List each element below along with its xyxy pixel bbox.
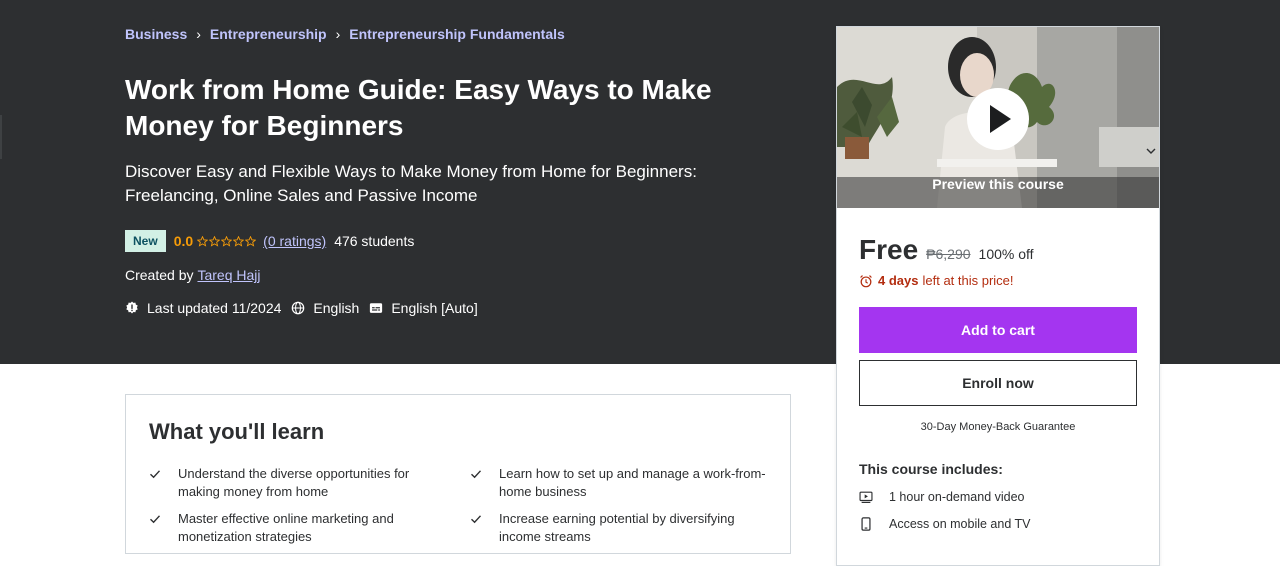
course-subtitle: Discover Easy and Flexible Ways to Make … [125, 162, 697, 205]
enroll-now-button[interactable]: Enroll now [859, 360, 1137, 406]
discount-percent: 100% off [978, 246, 1034, 262]
alert-badge-icon [126, 301, 138, 314]
breadcrumb-entrepreneurship[interactable]: Entrepreneurship [210, 26, 327, 42]
includes-item: 1 hour on-demand video [859, 490, 1025, 504]
purchase-sidebar: Preview this course Free ₱6,290 100% off… [836, 26, 1160, 566]
scroll-edge [0, 115, 2, 159]
includes-item-label: Access on mobile and TV [889, 517, 1031, 531]
breadcrumb-business[interactable]: Business [125, 26, 187, 42]
money-back-guarantee: 30-Day Money-Back Guarantee [920, 421, 1076, 433]
course-title: Work from Home Guide: Easy Ways to Make … [125, 74, 712, 141]
last-updated-text: Last updated 11/2024 [147, 300, 282, 316]
course-meta: Last updated 11/2024 English English [Au… [125, 300, 488, 316]
preview-label: Preview this course [932, 176, 1064, 192]
includes-title: This course includes: [859, 461, 1003, 477]
learn-title: What you'll learn [149, 419, 325, 444]
learn-item: Learn how to set up and manage a work-fr… [470, 465, 770, 501]
star-icon [233, 235, 245, 247]
original-price: ₱6,290 [926, 246, 971, 262]
language-text: English [313, 300, 360, 316]
created-by-label: Created by [125, 267, 194, 283]
ratings-link[interactable]: (0 ratings) [263, 233, 326, 249]
play-button[interactable] [967, 88, 1029, 150]
timer-text: left at this price! [922, 273, 1014, 288]
star-rating [197, 235, 257, 247]
star-icon [245, 235, 257, 247]
current-price: Free [859, 234, 919, 265]
language: English [291, 300, 359, 316]
price-row: Free ₱6,290 100% off [859, 234, 1034, 266]
star-icon [221, 235, 233, 247]
rating-row: New 0.0 (0 ratings) 476 students [125, 230, 414, 252]
includes-item: Access on mobile and TV [859, 517, 1031, 531]
new-badge: New [125, 230, 166, 252]
check-icon [150, 515, 161, 524]
globe-icon [292, 301, 305, 315]
instructor-link[interactable]: Tareq Hajj [197, 267, 260, 283]
last-updated: Last updated 11/2024 [125, 300, 281, 316]
play-icon [990, 105, 1011, 133]
check-icon [471, 515, 482, 524]
rating-value: 0.0 [173, 233, 194, 249]
learn-item-text: Increase earning potential by diversifyi… [499, 511, 735, 544]
breadcrumb: Business › Entrepreneurship › Entreprene… [125, 26, 565, 42]
add-to-cart-button[interactable]: Add to cart [859, 307, 1137, 353]
learn-item-text: Learn how to set up and manage a work-fr… [499, 466, 766, 499]
chevron-right-icon: › [196, 26, 201, 42]
check-icon [471, 470, 482, 479]
breadcrumb-entrepreneurship-fundamentals[interactable]: Entrepreneurship Fundamentals [349, 26, 564, 42]
check-icon [150, 470, 161, 479]
includes-item-label: 1 hour on-demand video [889, 490, 1025, 504]
alarm-clock-icon [860, 274, 872, 287]
learn-item: Increase earning potential by diversifyi… [470, 510, 770, 546]
closed-captions-icon [370, 303, 383, 313]
timer-days: 4 days [878, 273, 919, 288]
captions: English [Auto] [369, 300, 478, 316]
mobile-icon [861, 517, 871, 531]
learn-item-text: Master effective online marketing and mo… [178, 511, 394, 544]
learn-item: Master effective online marketing and mo… [149, 510, 449, 546]
video-icon [859, 491, 873, 503]
star-icon [197, 235, 209, 247]
what-youll-learn: What you'll learn Understand the diverse… [125, 394, 791, 554]
learn-item-text: Understand the diverse opportunities for… [178, 466, 410, 499]
created-by: Created by Tareq Hajj [125, 267, 261, 283]
star-icon [209, 235, 221, 247]
learn-item: Understand the diverse opportunities for… [149, 465, 449, 501]
student-count: 476 students [334, 233, 415, 249]
chevron-right-icon: › [335, 26, 341, 42]
price-timer: 4 days left at this price! [859, 273, 1014, 288]
course-preview[interactable]: Preview this course [837, 27, 1159, 208]
captions-text: English [Auto] [391, 300, 478, 316]
